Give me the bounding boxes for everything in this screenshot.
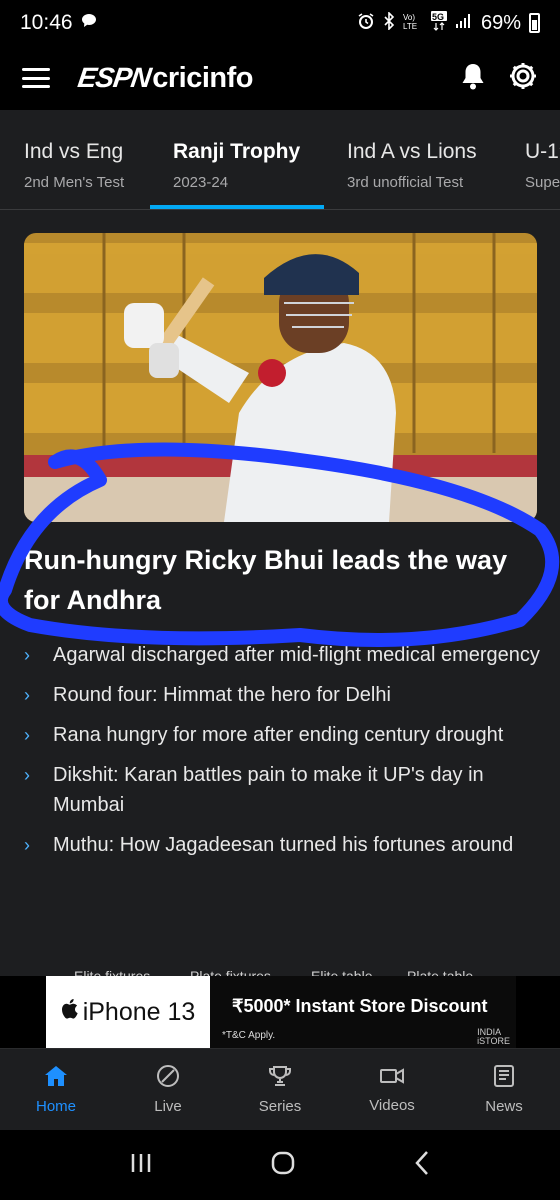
home-button-icon[interactable] (270, 1150, 296, 1181)
svg-text:Vo): Vo) (403, 13, 415, 22)
tab-subtitle: Super (525, 174, 560, 191)
subnav-item[interactable]: Elite table (311, 968, 372, 976)
battery-icon (529, 13, 540, 33)
nav-label: Videos (369, 1097, 415, 1114)
active-tab-indicator (150, 205, 324, 209)
list-item[interactable]: › Round four: Himmat the hero for Delhi (24, 680, 544, 710)
back-icon[interactable] (413, 1150, 431, 1181)
status-bar: 10:46 Vo) LTE 5G 69% (0, 0, 560, 46)
chevron-right-icon: › (24, 765, 30, 785)
subnav-item[interactable]: Elite fixtures (74, 968, 150, 976)
apple-icon (61, 997, 81, 1028)
subnav-item[interactable]: Plate table (407, 968, 473, 976)
recent-apps-icon[interactable] (129, 1151, 153, 1180)
tab-subtitle: 2023-24 (173, 174, 229, 191)
logo-espn: ESPN (75, 61, 153, 93)
series-tabs: Ind vs Eng 2nd Men's Test Ranji Trophy 2… (0, 110, 560, 210)
store-line: iSTORE (477, 1036, 510, 1046)
ad-banner[interactable]: iPhone 13 ₹5000* Instant Store Discount … (0, 976, 560, 1048)
nav-home[interactable]: Home (0, 1049, 112, 1130)
chevron-right-icon: › (24, 835, 30, 855)
headline[interactable]: Run-hungry Ricky Bhui leads the way for … (24, 540, 524, 620)
menu-icon[interactable] (22, 68, 50, 88)
tab-subtitle: 2nd Men's Test (24, 174, 125, 191)
nav-label: Live (154, 1098, 182, 1115)
link-text: Rana hungry for more after ending centur… (53, 724, 504, 746)
nav-videos[interactable]: Videos (336, 1049, 448, 1130)
alarm-icon (357, 12, 375, 35)
list-item[interactable]: › Agarwal discharged after mid-flight med… (24, 640, 544, 670)
ad-store-logo: INDIA iSTORE (477, 1028, 510, 1046)
tab-u19[interactable]: U-19 Super (525, 140, 560, 191)
live-icon (156, 1064, 180, 1092)
svg-text:LTE: LTE (403, 22, 417, 30)
trophy-icon (268, 1064, 292, 1092)
tab-subtitle: 3rd unofficial Test (347, 174, 464, 191)
tab-ind-a-vs-lions[interactable]: Ind A vs Lions 3rd unofficial Test (347, 140, 477, 191)
news-icon (492, 1064, 516, 1092)
nav-series[interactable]: Series (224, 1049, 336, 1130)
tab-title: U-19 (525, 140, 560, 163)
volte-icon: Vo) LTE (403, 12, 423, 35)
ad-offer: ₹5000* Instant Store Discount (232, 996, 488, 1016)
svg-text:5G: 5G (432, 12, 444, 22)
5g-icon: 5G (430, 10, 447, 36)
link-text: Round four: Himmat the hero for Delhi (53, 684, 391, 706)
espncricinfo-logo[interactable]: ESPN cricinfo (75, 61, 254, 95)
home-icon (43, 1064, 69, 1092)
nav-label: Home (35, 1098, 76, 1115)
gear-icon[interactable] (508, 61, 538, 96)
bluetooth-icon (383, 10, 395, 35)
video-icon (379, 1065, 405, 1091)
tab-title: Ranji Trophy (173, 140, 301, 163)
link-text: Agarwal discharged after mid-flight medi… (53, 644, 540, 666)
nav-news[interactable]: News (448, 1049, 560, 1130)
app-header: ESPN cricinfo (0, 46, 560, 110)
logo-cricinfo: cricinfo (152, 61, 253, 94)
ad-terms: *T&C Apply. (222, 1030, 276, 1041)
ad-offer-panel: ₹5000* Instant Store Discount *T&C Apply… (210, 976, 516, 1048)
nav-label: Series (258, 1098, 302, 1115)
chevron-right-icon: › (24, 685, 30, 705)
tab-ranji-trophy[interactable]: Ranji Trophy 2023-24 (173, 140, 300, 191)
list-item[interactable]: › Rana hungry for more after ending centu… (24, 720, 544, 750)
signal-icon (455, 13, 473, 34)
bell-icon[interactable] (460, 62, 486, 95)
ad-product-name: iPhone 13 (82, 997, 196, 1026)
tab-ind-vs-eng[interactable]: Ind vs Eng 2nd Men's Test (24, 140, 124, 191)
subnav-item[interactable]: Plate fixtures (190, 968, 271, 976)
chevron-right-icon: › (24, 645, 30, 665)
android-nav-bar (0, 1130, 560, 1200)
chevron-right-icon: › (24, 725, 30, 745)
status-time: 10:46 (20, 11, 73, 34)
hero-image[interactable] (24, 233, 537, 522)
link-text: Dikshit: Karan battles pain to make it U… (53, 764, 484, 816)
nav-label: News (485, 1098, 523, 1115)
tab-title: Ind A vs Lions (347, 140, 477, 163)
related-links: › Agarwal discharged after mid-flight med… (24, 640, 544, 870)
chat-bubble-icon (81, 13, 97, 33)
subnav-peek: Elite fixtures Plate fixtures Elite tabl… (0, 968, 560, 976)
list-item[interactable]: › Dikshit: Karan battles pain to make it … (24, 760, 544, 820)
ad-product: iPhone 13 (46, 976, 210, 1048)
bottom-nav: Home Live Series Videos News (0, 1048, 560, 1130)
tab-title: Ind vs Eng (24, 140, 124, 163)
battery-percent: 69% (480, 11, 521, 34)
list-item[interactable]: › Muthu: How Jagadeesan turned his fortun… (24, 830, 544, 860)
link-text: Muthu: How Jagadeesan turned his fortune… (53, 834, 514, 856)
nav-live[interactable]: Live (112, 1049, 224, 1130)
